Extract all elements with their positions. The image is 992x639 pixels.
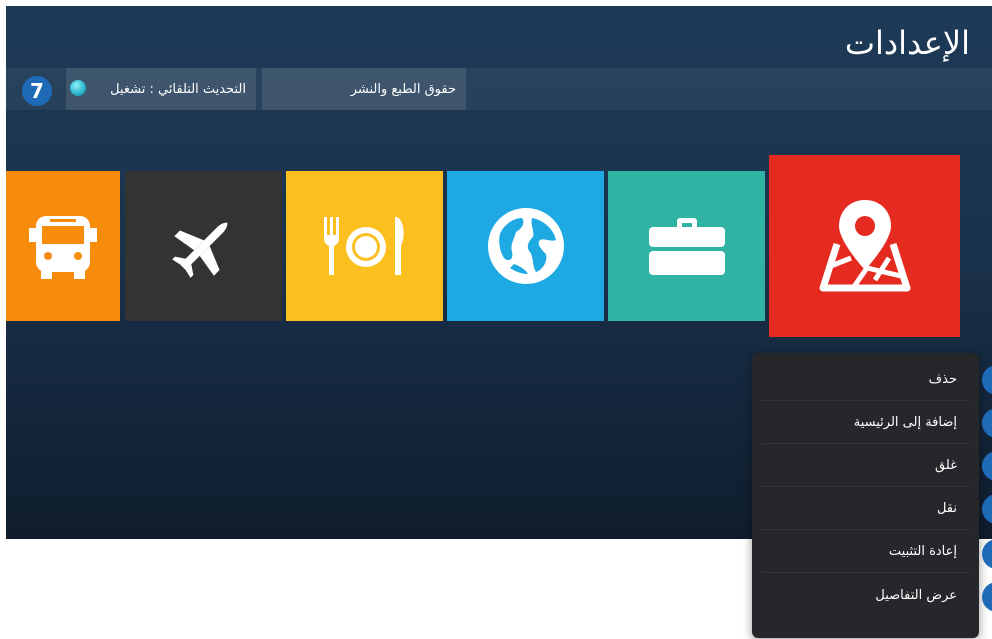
menu-item-label: عرض التفاصيل [875, 587, 957, 603]
tile-map-focused[interactable] [769, 155, 960, 337]
callout-circle [982, 539, 992, 569]
airplane-icon [171, 222, 227, 278]
page-title: الإعدادات [844, 24, 970, 62]
menu-item-label: حذف [928, 372, 957, 387]
copyright-button[interactable]: حقوق الطبع والنشر [262, 68, 466, 110]
menu-item-reinstall[interactable]: إعادة التثبيت [762, 531, 969, 573]
tile-bus[interactable] [6, 171, 120, 321]
menu-item-label: إعادة التثبيت [888, 544, 957, 559]
auto-update-label: التحديث التلقائي : تشغيل [110, 81, 246, 97]
dining-icon [323, 217, 404, 275]
tile-airplane[interactable] [125, 171, 282, 321]
callout-circle [982, 582, 992, 612]
auto-update-status-icon [70, 80, 86, 96]
copyright-label: حقوق الطبع والنشر [350, 81, 456, 97]
bus-icon [29, 216, 97, 279]
callout-badge: 7 [22, 76, 52, 106]
tile-dining[interactable] [286, 171, 443, 321]
menu-item-lock[interactable]: غلق [762, 445, 969, 487]
menu-item-label: إضافة إلى الرئيسية [853, 415, 957, 430]
map-pin-icon [819, 200, 910, 292]
briefcase-icon [648, 218, 725, 275]
menu-item-view-details[interactable]: عرض التفاصيل [762, 574, 969, 616]
menu-item-move[interactable]: نقل [762, 488, 969, 530]
menu-item-add-to-home[interactable]: إضافة إلى الرئيسية [762, 402, 969, 444]
globe-icon [487, 208, 564, 284]
auto-update-button[interactable]: التحديث التلقائي : تشغيل [66, 68, 256, 110]
menu-item-delete[interactable]: حذف [762, 359, 969, 401]
tile-briefcase[interactable] [608, 171, 765, 321]
context-menu: حذف إضافة إلى الرئيسية غلق نقل إعادة الت… [752, 353, 979, 638]
menu-item-label: غلق [935, 458, 957, 473]
tile-globe[interactable] [447, 171, 604, 321]
menu-item-label: نقل [936, 501, 957, 516]
